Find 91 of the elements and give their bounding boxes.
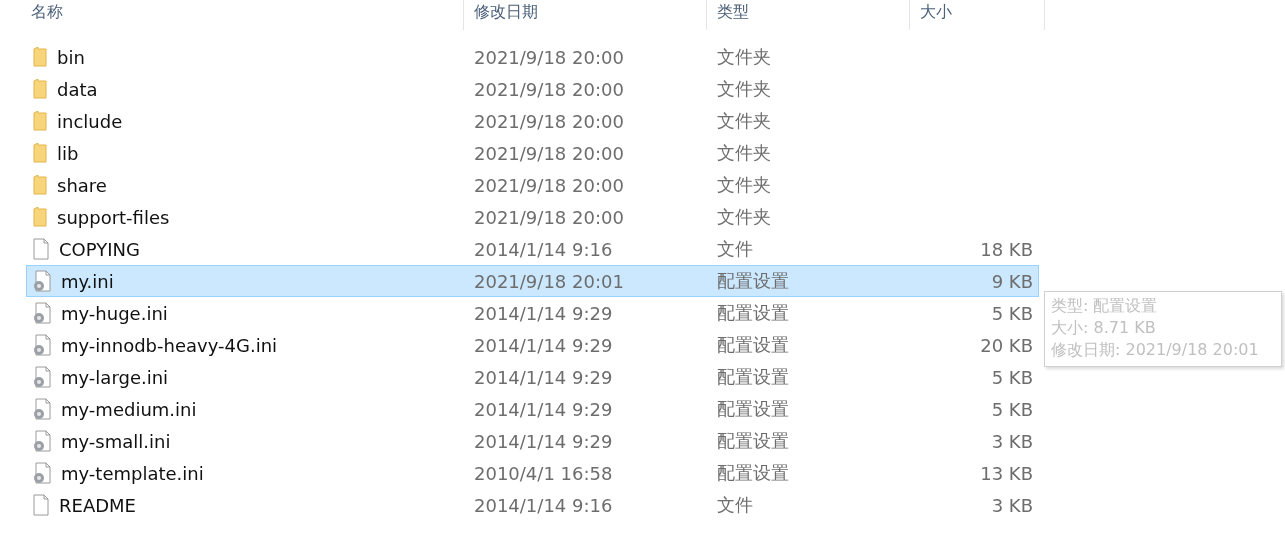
tooltip-line: 大小: 8.71 KB	[1051, 317, 1157, 339]
modified-date: 2014/1/14 9:16	[473, 494, 614, 516]
gear-file-icon	[33, 398, 51, 420]
file-name: my-template.ini	[61, 462, 204, 484]
gear-file-icon	[33, 462, 51, 484]
file-row[interactable]: lib 2021/9/18 20:00 文件夹	[26, 137, 1039, 169]
file-type: 文件夹	[716, 205, 772, 229]
file-size: 3 KB	[991, 494, 1033, 516]
modified-date: 2014/1/14 9:29	[473, 366, 614, 388]
file-type: 文件	[716, 237, 754, 261]
file-size: 5 KB	[991, 302, 1033, 324]
folder-icon	[33, 207, 47, 227]
file-row[interactable]: README 2014/1/14 9:16 文件 3 KB	[26, 489, 1039, 521]
modified-date: 2014/1/14 9:29	[473, 398, 614, 420]
file-type: 文件夹	[716, 77, 772, 101]
folder-icon	[33, 111, 47, 131]
file-icon	[33, 494, 49, 516]
modified-date: 2014/1/14 9:29	[473, 334, 614, 356]
file-size: 9 KB	[991, 270, 1033, 292]
file-type: 文件夹	[716, 141, 772, 165]
tooltip-line: 修改日期: 2021/9/18 20:01	[1051, 339, 1260, 361]
tooltip-line: 类型: 配置设置	[1051, 295, 1159, 317]
modified-date: 2021/9/18 20:00	[473, 78, 625, 100]
file-type: 文件夹	[716, 109, 772, 133]
gear-file-icon	[33, 270, 51, 292]
file-size: 5 KB	[991, 398, 1033, 420]
file-type: 配置设置	[716, 365, 790, 389]
file-name: my-medium.ini	[61, 398, 197, 420]
file-type: 文件	[716, 493, 754, 517]
file-row[interactable]: data 2021/9/18 20:00 文件夹	[26, 73, 1039, 105]
gear-file-icon	[33, 334, 51, 356]
file-row[interactable]: my-small.ini 2014/1/14 9:29 配置设置 3 KB	[26, 425, 1039, 457]
file-name: share	[57, 174, 107, 196]
file-name: my.ini	[61, 270, 114, 292]
file-size: 20 KB	[980, 334, 1033, 356]
folder-icon	[33, 143, 47, 163]
modified-date: 2021/9/18 20:01	[473, 270, 625, 292]
modified-date: 2014/1/14 9:29	[473, 430, 614, 452]
file-size: 18 KB	[980, 238, 1033, 260]
file-size: 13 KB	[980, 462, 1033, 484]
modified-date: 2021/9/18 20:00	[473, 142, 625, 164]
file-size: 3 KB	[991, 430, 1033, 452]
file-name: my-innodb-heavy-4G.ini	[61, 334, 278, 356]
modified-date: 2021/9/18 20:00	[473, 110, 625, 132]
file-name: COPYING	[59, 238, 140, 260]
file-row[interactable]: include 2021/9/18 20:00 文件夹	[26, 105, 1039, 137]
file-name: my-small.ini	[61, 430, 171, 452]
file-row[interactable]: bin 2021/9/18 20:00 文件夹	[26, 41, 1039, 73]
file-row[interactable]: my.ini 2021/9/18 20:01 配置设置 9 KB	[26, 265, 1039, 297]
file-name: lib	[57, 142, 79, 164]
file-row[interactable]: my-template.ini 2010/4/1 16:58 配置设置 13 KB	[26, 457, 1039, 489]
folder-icon	[33, 47, 47, 67]
file-name: data	[57, 78, 98, 100]
file-row[interactable]: my-innodb-heavy-4G.ini 2014/1/14 9:29 配置设置 20 KB	[26, 329, 1039, 361]
file-type: 配置设置	[716, 333, 790, 357]
file-type: 配置设置	[716, 461, 790, 485]
modified-date: 2014/1/14 9:29	[473, 302, 614, 324]
file-row[interactable]: my-huge.ini 2014/1/14 9:29 配置设置 5 KB	[26, 297, 1039, 329]
file-name: my-huge.ini	[61, 302, 168, 324]
file-row[interactable]: COPYING 2014/1/14 9:16 文件 18 KB	[26, 233, 1039, 265]
file-type: 文件夹	[716, 45, 772, 69]
gear-file-icon	[33, 430, 51, 452]
modified-date: 2010/4/1 16:58	[473, 462, 614, 484]
file-type: 配置设置	[716, 301, 790, 325]
file-type: 配置设置	[716, 269, 790, 293]
file-row[interactable]: share 2021/9/18 20:00 文件夹	[26, 169, 1039, 201]
column-header[interactable]: 修改日期	[464, 0, 707, 30]
gear-file-icon	[33, 302, 51, 324]
file-row[interactable]: my-large.ini 2014/1/14 9:29 配置设置 5 KB	[26, 361, 1039, 393]
folder-icon	[33, 175, 47, 195]
modified-date: 2014/1/14 9:16	[473, 238, 614, 260]
file-name: support-files	[57, 206, 170, 228]
file-name: README	[59, 494, 136, 516]
gear-file-icon	[33, 366, 51, 388]
file-row[interactable]: my-medium.ini 2014/1/14 9:29 配置设置 5 KB	[26, 393, 1039, 425]
column-header[interactable]: 类型	[707, 0, 910, 30]
file-type: 文件夹	[716, 173, 772, 197]
column-header[interactable]: 名称	[0, 0, 464, 30]
file-size: 5 KB	[991, 366, 1033, 388]
modified-date: 2021/9/18 20:00	[473, 174, 625, 196]
modified-date: 2021/9/18 20:00	[473, 46, 625, 68]
folder-icon	[33, 79, 47, 99]
file-icon	[33, 238, 49, 260]
file-type: 配置设置	[716, 429, 790, 453]
modified-date: 2021/9/18 20:00	[473, 206, 625, 228]
file-name: my-large.ini	[61, 366, 169, 388]
file-name: include	[57, 110, 123, 132]
file-row[interactable]: support-files 2021/9/18 20:00 文件夹	[26, 201, 1039, 233]
column-header[interactable]: 大小	[910, 0, 1045, 30]
file-name: bin	[57, 46, 85, 68]
file-type: 配置设置	[716, 397, 790, 421]
